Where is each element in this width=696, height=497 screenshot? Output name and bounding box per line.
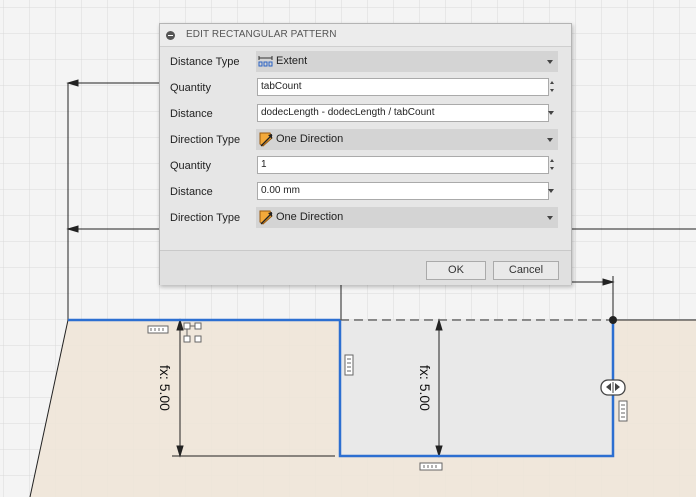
quantity-value: tabCount [261,81,302,92]
one-direction-icon [258,210,274,226]
direction-type-value: One Direction [276,211,344,223]
spin-up-icon[interactable] [550,159,554,162]
ok-button[interactable]: OK [426,261,486,280]
distance-value: 0.00 mm [261,185,300,196]
sketch-point[interactable] [609,316,617,324]
horizontal-constraint-icon-bottom[interactable] [419,462,443,471]
spin-down-icon[interactable] [550,167,554,170]
quantity-label: Quantity [170,160,211,172]
quantity-input[interactable]: tabCount [257,78,549,96]
quantity-stepper[interactable] [548,78,557,96]
direction-type-value: One Direction [276,133,344,145]
spin-up-icon[interactable] [550,81,554,84]
spin-down-icon[interactable] [550,89,554,92]
horizontal-constraint-icon[interactable] [147,325,169,334]
profile-region-bottom[interactable] [340,456,613,497]
chevron-down-icon [547,60,553,64]
distance-value: dodecLength - dodecLength / tabCount [261,107,435,118]
distance-type-dropdown[interactable]: Extent [256,51,558,72]
vertical-constraint-icon-right[interactable] [618,400,628,422]
extent-icon [258,54,274,70]
distance-label: Distance [170,108,213,120]
row-distance-1: Distance dodecLength - dodecLength / tab… [160,101,571,127]
distance-input[interactable]: dodecLength - dodecLength / tabCount [257,104,549,122]
distance-label: Distance [170,186,213,198]
distance-type-label: Distance Type [170,56,240,68]
chevron-down-icon[interactable] [548,189,554,193]
row-quantity-1: Quantity tabCount [160,75,571,101]
quantity-stepper[interactable] [548,156,557,174]
cancel-button[interactable]: Cancel [493,261,559,280]
row-direction-type-2: Direction Type One Direction [160,205,571,231]
dialog-footer: OK Cancel [160,250,571,285]
chevron-down-icon [547,216,553,220]
one-direction-icon [258,132,274,148]
quantity-value: 1 [261,159,267,170]
symmetry-constraint-icon[interactable] [600,379,626,396]
edit-rectangular-pattern-dialog: EDIT RECTANGULAR PATTERN Distance Type E… [159,23,572,285]
dialog-title: EDIT RECTANGULAR PATTERN [186,29,337,40]
dimension-text-left[interactable]: fx: 5.00 [157,365,173,411]
vertical-constraint-icon[interactable] [344,354,354,376]
chevron-down-icon[interactable] [548,111,554,115]
dimension-text-right[interactable]: fx: 5.00 [417,365,433,411]
direction-type-label: Direction Type [170,134,241,146]
quantity-label: Quantity [170,82,211,94]
direction-type-label: Direction Type [170,212,241,224]
distance-type-value: Extent [276,55,308,67]
profile-region-left[interactable] [30,320,340,497]
row-distance-2: Distance 0.00 mm [160,179,571,205]
quantity-input[interactable]: 1 [257,156,549,174]
collapse-icon[interactable] [166,31,175,40]
chevron-down-icon [547,138,553,142]
row-distance-type: Distance Type Extent [160,49,571,75]
profile-region-middle[interactable] [340,320,613,456]
direction-type-dropdown[interactable]: One Direction [256,207,558,228]
row-quantity-2: Quantity 1 [160,153,571,179]
dialog-title-bar[interactable]: EDIT RECTANGULAR PATTERN [160,24,571,47]
distance-input[interactable]: 0.00 mm [257,182,549,200]
direction-type-dropdown[interactable]: One Direction [256,129,558,150]
row-direction-type-1: Direction Type One Direction [160,127,571,153]
